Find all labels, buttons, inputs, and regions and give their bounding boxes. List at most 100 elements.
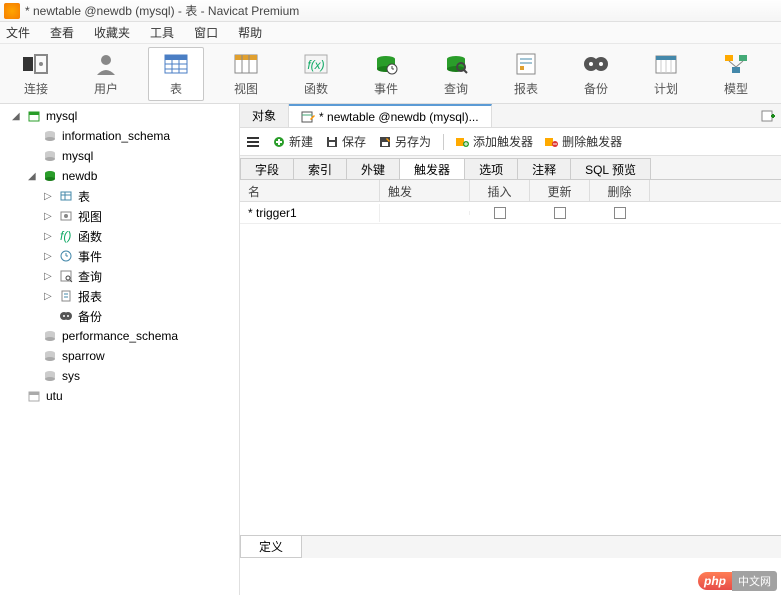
tab-objects[interactable]: 对象 <box>240 104 289 127</box>
expand-icon[interactable]: ▷ <box>44 191 54 202</box>
tree-label: 事件 <box>78 248 102 265</box>
db-icon <box>42 329 58 343</box>
tb-report-button[interactable]: 报表 <box>498 47 554 101</box>
tree-item-mysql[interactable]: mysql <box>0 146 239 166</box>
tree-label: sparrow <box>62 349 105 363</box>
bottom-tab-definition[interactable]: 定义 <box>240 536 302 558</box>
tb-user-button[interactable]: 用户 <box>78 47 134 101</box>
subtab-1[interactable]: 索引 <box>293 158 347 179</box>
tb-plan-button[interactable]: 计划 <box>638 47 694 101</box>
tree-item-事件[interactable]: ▷ 事件 <box>0 246 239 266</box>
new-label: 新建 <box>289 133 313 150</box>
cell-delete[interactable] <box>590 207 650 219</box>
function-icon: f(x) <box>300 50 332 78</box>
expand-icon[interactable]: ▷ <box>44 271 54 282</box>
subtab-0[interactable]: 字段 <box>240 158 294 179</box>
subtab-6[interactable]: SQL 预览 <box>570 158 651 179</box>
sidebar-tree[interactable]: ◢mysqlinformation_schemamysql ◢newdb▷表▷视图… <box>0 104 240 595</box>
tree-item-报表[interactable]: ▷报表 <box>0 286 239 306</box>
tb-function-button[interactable]: f(x)函数 <box>288 47 344 101</box>
tree-item-视图[interactable]: ▷视图 <box>0 206 239 226</box>
expand-icon[interactable]: ▷ <box>44 211 54 222</box>
tree-item-utu[interactable]: utu <box>0 386 239 406</box>
checkbox-icon[interactable] <box>614 207 626 219</box>
checkbox-icon[interactable] <box>494 207 506 219</box>
menu-window[interactable]: 窗口 <box>194 24 218 41</box>
expand-icon[interactable]: ▷ <box>44 251 54 262</box>
window-title: * newtable @newdb (mysql) - 表 - Navicat … <box>25 2 299 19</box>
tb-connect-button[interactable]: 连接 <box>8 47 64 101</box>
col-trigger[interactable]: 触发 <box>380 180 470 201</box>
watermark: php 中文网 <box>698 571 777 591</box>
tree-label: 备份 <box>78 308 102 325</box>
menu-toggle[interactable] <box>246 135 260 149</box>
tree-item-information_schema[interactable]: information_schema <box>0 126 239 146</box>
subtab-5[interactable]: 注释 <box>517 158 571 179</box>
col-insert[interactable]: 插入 <box>470 180 530 201</box>
fx-icon: f() <box>58 229 74 243</box>
add-trigger-button[interactable]: 添加触发器 <box>456 133 533 150</box>
tree-item-备份[interactable]: 备份 <box>0 306 239 326</box>
col-delete[interactable]: 删除 <box>590 180 650 201</box>
saveas-button[interactable]: 另存为 <box>378 133 431 150</box>
col-name[interactable]: 名 <box>240 180 380 201</box>
tb-event-button[interactable]: 事件 <box>358 47 414 101</box>
tree-item-sparrow[interactable]: sparrow <box>0 346 239 366</box>
tree-item-函数[interactable]: ▷f()函数 <box>0 226 239 246</box>
subtab-3[interactable]: 触发器 <box>399 158 465 179</box>
delete-trigger-label: 删除触发器 <box>562 133 622 150</box>
tb-view-button[interactable]: 视图 <box>218 47 274 101</box>
delete-trigger-button[interactable]: 删除触发器 <box>545 133 622 150</box>
expand-icon[interactable]: ▷ <box>44 231 54 242</box>
new-button[interactable]: 新建 <box>272 133 313 150</box>
save-button[interactable]: 保存 <box>325 133 366 150</box>
menu-help[interactable]: 帮助 <box>238 24 262 41</box>
main-panel: 对象 * newtable @newdb (mysql)... 新建 <box>240 104 781 595</box>
tb-model-button[interactable]: 模型 <box>708 47 764 101</box>
menubar: 文件 查看 收藏夹 工具 窗口 帮助 <box>0 22 781 44</box>
checkbox-icon[interactable] <box>554 207 566 219</box>
save-label: 保存 <box>342 133 366 150</box>
tb-label: 查询 <box>444 80 468 97</box>
tree-item-查询[interactable]: ▷查询 <box>0 266 239 286</box>
subtab-4[interactable]: 选项 <box>464 158 518 179</box>
menu-favorites[interactable]: 收藏夹 <box>94 24 130 41</box>
expand-icon[interactable]: ◢ <box>12 111 22 122</box>
expand-icon[interactable]: ▷ <box>44 291 54 302</box>
table-edit-icon <box>301 110 315 124</box>
tb-table-button[interactable]: 表 <box>148 47 204 101</box>
server-off-icon <box>26 389 42 403</box>
event-icon <box>370 50 402 78</box>
add-trigger-icon <box>456 135 470 149</box>
table-icon <box>160 50 192 78</box>
backup-icon <box>58 309 74 323</box>
grid-body[interactable]: * trigger1 <box>240 202 781 535</box>
tree-item-mysql[interactable]: ◢mysql <box>0 106 239 126</box>
cell-insert[interactable] <box>470 207 530 219</box>
cell-trigger[interactable] <box>380 211 470 215</box>
server-icon <box>26 109 42 123</box>
menu-file[interactable]: 文件 <box>6 24 30 41</box>
menu-view[interactable]: 查看 <box>50 24 74 41</box>
tb-label: 计划 <box>654 80 678 97</box>
tb-label: 用户 <box>94 80 118 97</box>
tb-query-button[interactable]: 查询 <box>428 47 484 101</box>
view-icon <box>58 209 74 223</box>
tree-item-表[interactable]: ▷表 <box>0 186 239 206</box>
tree-item-sys[interactable]: sys <box>0 366 239 386</box>
tab-add-button[interactable] <box>755 104 781 127</box>
subtab-2[interactable]: 外键 <box>346 158 400 179</box>
report-icon <box>58 289 74 303</box>
tree-item-performance_schema[interactable]: performance_schema <box>0 326 239 346</box>
menu-tools[interactable]: 工具 <box>150 24 174 41</box>
expand-icon[interactable]: ◢ <box>28 171 38 182</box>
table-row[interactable]: * trigger1 <box>240 202 781 224</box>
tree-item-newdb[interactable]: ◢newdb <box>0 166 239 186</box>
tab-newtable[interactable]: * newtable @newdb (mysql)... <box>289 104 492 127</box>
tree-label: mysql <box>62 149 93 163</box>
cell-name[interactable]: * trigger1 <box>240 204 380 222</box>
col-update[interactable]: 更新 <box>530 180 590 201</box>
tb-backup-button[interactable]: 备份 <box>568 47 624 101</box>
saveas-icon <box>378 135 392 149</box>
cell-update[interactable] <box>530 207 590 219</box>
